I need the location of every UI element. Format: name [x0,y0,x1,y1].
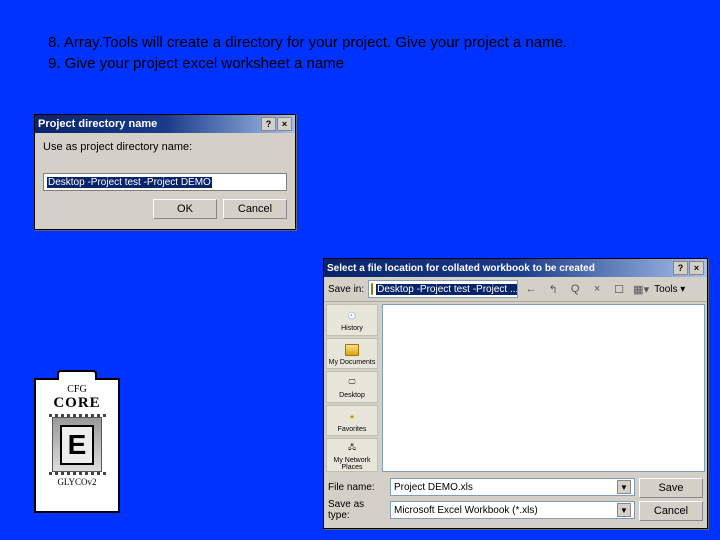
new-folder-icon[interactable]: ☐ [610,280,628,298]
cancel-button[interactable]: Cancel [639,501,703,521]
dialog2-toolbar: Save in: Desktop -Project test -Project … [324,277,707,302]
logo-core-text: CORE [53,395,100,412]
saveastype-value: Microsoft Excel Workbook (*.xls) [394,505,538,516]
instructions-block: 8. Array.Tools will create a directory f… [48,32,567,74]
savein-value: Desktop -Project test -Project ... [376,284,518,295]
instruction-line-2: 9. Give your project excel worksheet a n… [48,53,567,74]
places-bar: 🕘 History My Documents 🖵 Desktop ★ Favor… [324,302,380,474]
desktop-icon: 🖵 [341,374,363,392]
dialog2-titlebar[interactable]: Select a file location for collated work… [324,259,707,277]
search-icon[interactable]: Q [566,280,584,298]
save-file-dialog: Select a file location for collated work… [323,258,708,529]
history-icon: 🕘 [341,307,363,325]
place-history[interactable]: 🕘 History [326,304,378,336]
chevron-down-icon[interactable]: ▼ [617,480,631,494]
place-docs-label: My Documents [329,359,376,366]
place-network[interactable]: 🖧 My Network Places [326,438,378,472]
project-directory-dialog: Project directory name ? × Use as projec… [34,114,296,230]
logo-chip-letter: E [60,425,95,465]
logo-glyco-text: GLYCOv2 [57,477,96,487]
logo-cfg-text: CFG [67,384,86,395]
place-desktop-label: Desktop [339,392,365,399]
dialog1-prompt-label: Use as project directory name: [43,141,287,153]
dialog1-title: Project directory name [38,118,157,130]
place-favorites[interactable]: ★ Favorites [326,405,378,437]
network-icon: 🖧 [341,439,363,457]
place-network-label: My Network Places [327,457,377,471]
up-folder-icon[interactable]: ↰ [544,280,562,298]
filename-input[interactable]: Project DEMO.xls ▼ [390,478,635,496]
project-directory-input[interactable]: Desktop -Project test -Project DEMO [43,173,287,191]
dialog1-titlebar[interactable]: Project directory name ? × [35,115,295,133]
close-icon[interactable]: × [689,261,704,275]
help-icon[interactable]: ? [261,117,276,131]
help-icon[interactable]: ? [673,261,688,275]
savein-dropdown[interactable]: Desktop -Project test -Project ... ▼ [368,280,518,298]
saveastype-label: Save as type: [328,499,386,521]
chevron-down-icon[interactable]: ▼ [617,503,631,517]
savein-label: Save in: [328,284,364,295]
delete-icon[interactable]: × [588,280,606,298]
favorites-icon: ★ [341,408,363,426]
saveastype-dropdown[interactable]: Microsoft Excel Workbook (*.xls) ▼ [390,501,635,519]
place-favorites-label: Favorites [338,426,367,433]
folder-icon [371,283,373,295]
place-history-label: History [341,325,363,332]
cancel-button[interactable]: Cancel [223,199,287,219]
chip-icon: E [52,417,102,472]
save-button[interactable]: Save [639,478,703,498]
file-list-area[interactable] [382,304,705,472]
documents-icon [341,341,363,359]
place-my-documents[interactable]: My Documents [326,338,378,370]
ok-button[interactable]: OK [153,199,217,219]
dialog2-title: Select a file location for collated work… [327,263,595,274]
close-icon[interactable]: × [277,117,292,131]
place-desktop[interactable]: 🖵 Desktop [326,371,378,403]
cfg-core-logo: CFG CORE E GLYCOv2 [34,378,120,513]
filename-label: File name: [328,482,386,493]
tools-menu[interactable]: Tools ▾ [654,284,685,295]
project-directory-value: Desktop -Project test -Project DEMO [47,177,212,188]
views-icon[interactable]: ▦▾ [632,280,650,298]
back-icon[interactable]: ← [522,280,540,298]
filename-value: Project DEMO.xls [394,482,473,493]
logo-tab [57,370,97,380]
instruction-line-1: 8. Array.Tools will create a directory f… [48,32,567,53]
